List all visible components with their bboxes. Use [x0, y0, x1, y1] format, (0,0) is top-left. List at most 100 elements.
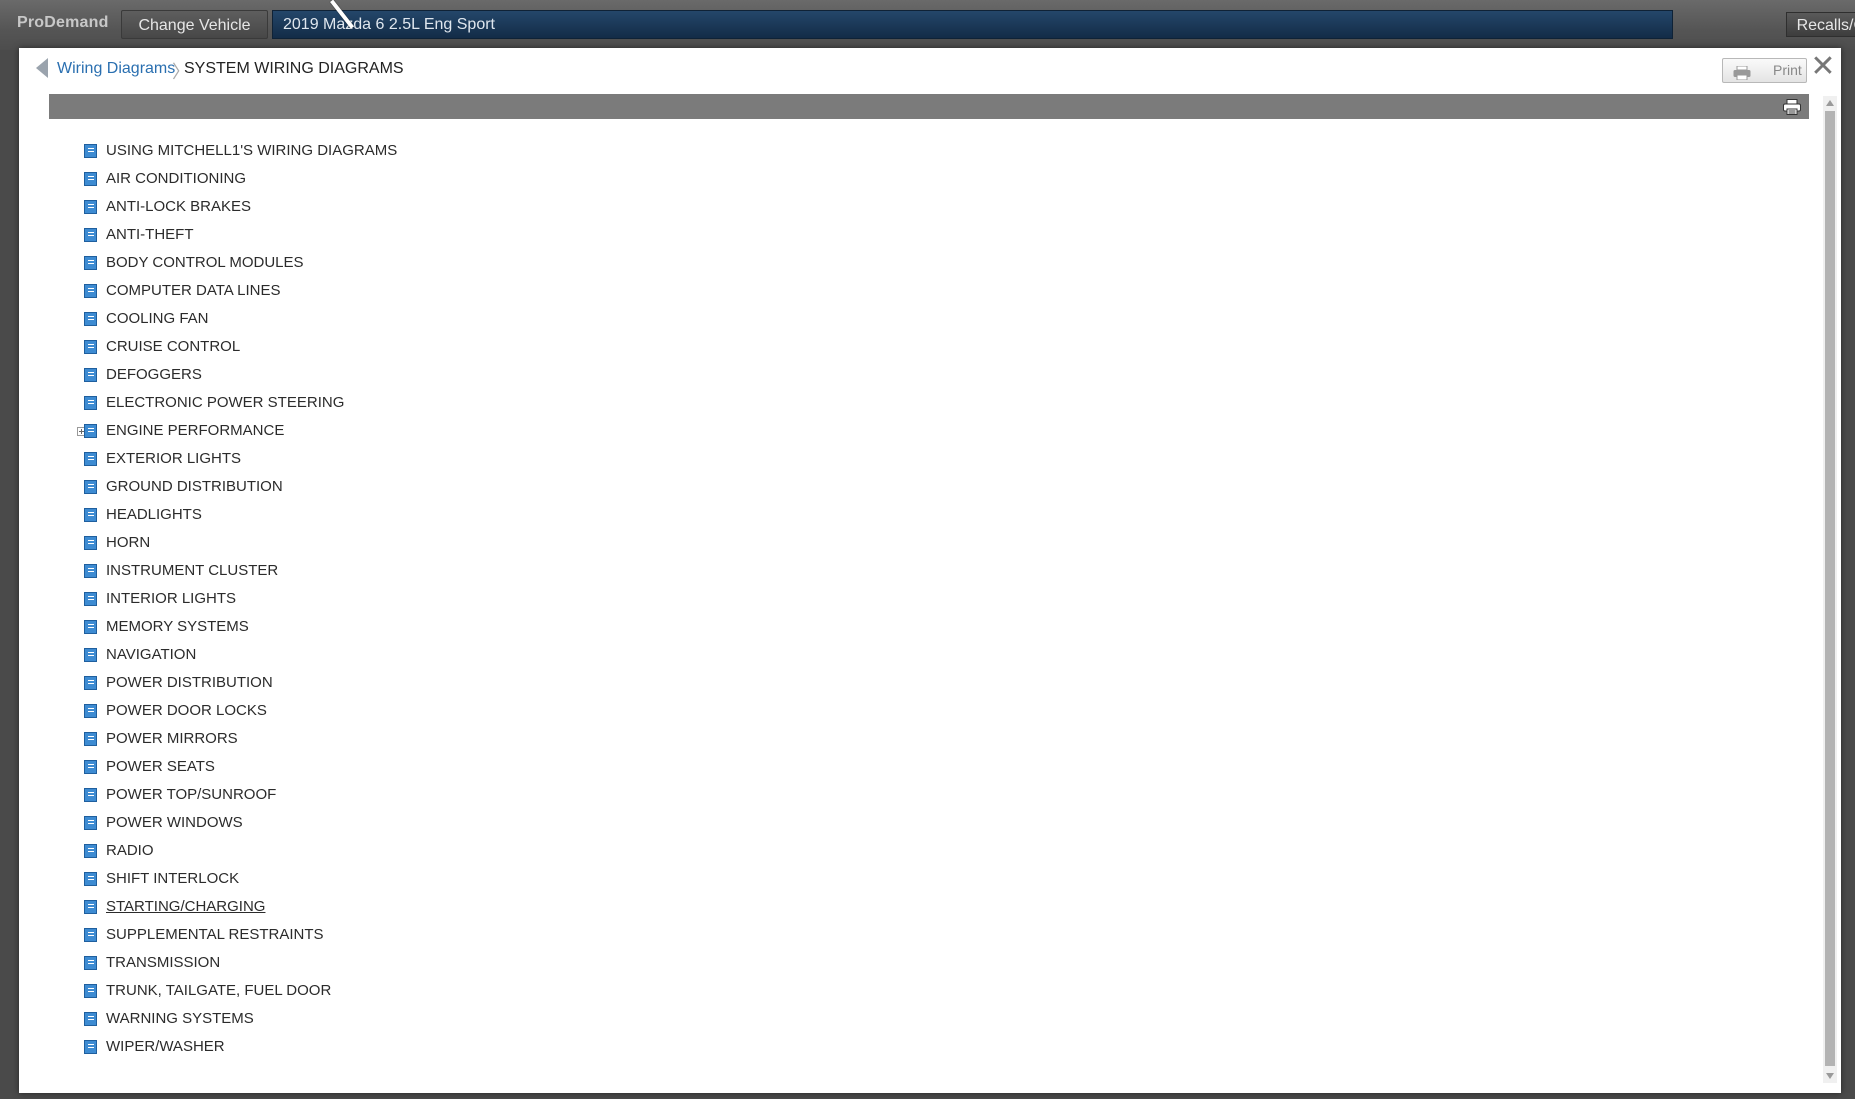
- list-item-label[interactable]: SHIFT INTERLOCK: [106, 870, 239, 887]
- book-icon: [84, 648, 97, 662]
- list-item[interactable]: INSTRUMENT CLUSTER: [49, 560, 649, 588]
- list-item-label[interactable]: DEFOGGERS: [106, 366, 202, 383]
- list-item[interactable]: POWER SEATS: [49, 756, 649, 784]
- list-item-label[interactable]: WIPER/WASHER: [106, 1038, 225, 1055]
- book-icon: [84, 844, 97, 858]
- list-item-label[interactable]: CRUISE CONTROL: [106, 338, 240, 355]
- list-item-label[interactable]: SUPPLEMENTAL RESTRAINTS: [106, 926, 324, 943]
- list-item-label[interactable]: INSTRUMENT CLUSTER: [106, 562, 278, 579]
- list-item-label[interactable]: TRANSMISSION: [106, 954, 220, 971]
- book-icon: [84, 676, 97, 690]
- list-item[interactable]: ELECTRONIC POWER STEERING: [49, 392, 649, 420]
- list-item-label[interactable]: STARTING/CHARGING: [106, 898, 265, 915]
- book-icon: [84, 1040, 97, 1054]
- book-icon: [84, 340, 97, 354]
- list-item-label[interactable]: POWER TOP/SUNROOF: [106, 786, 276, 803]
- list-item[interactable]: POWER TOP/SUNROOF: [49, 784, 649, 812]
- list-item-label[interactable]: POWER DISTRIBUTION: [106, 674, 273, 691]
- diagram-toolbar: [49, 94, 1809, 119]
- book-icon: [84, 984, 97, 998]
- print-button[interactable]: Print: [1722, 58, 1807, 83]
- book-icon: [84, 200, 97, 214]
- list-item-label[interactable]: WARNING SYSTEMS: [106, 1010, 254, 1027]
- list-item[interactable]: USING MITCHELL1'S WIRING DIAGRAMS: [49, 140, 649, 168]
- breadcrumb-current: SYSTEM WIRING DIAGRAMS: [184, 60, 404, 77]
- change-vehicle-button[interactable]: Change Vehicle: [121, 10, 268, 39]
- list-item[interactable]: NAVIGATION: [49, 644, 649, 672]
- list-item-label[interactable]: GROUND DISTRIBUTION: [106, 478, 283, 495]
- book-icon: [84, 424, 97, 438]
- book-icon: [84, 172, 97, 186]
- list-item[interactable]: POWER DOOR LOCKS: [49, 700, 649, 728]
- list-item[interactable]: COMPUTER DATA LINES: [49, 280, 649, 308]
- list-item-label[interactable]: POWER MIRRORS: [106, 730, 238, 747]
- list-item[interactable]: WIPER/WASHER: [49, 1036, 649, 1064]
- wiring-diagrams-modal: Wiring Diagrams 〉 SYSTEM WIRING DIAGRAMS…: [19, 48, 1841, 1093]
- list-item-label[interactable]: TRUNK, TAILGATE, FUEL DOOR: [106, 982, 331, 999]
- brand-logo[interactable]: ProDemand: [17, 14, 109, 32]
- list-item-label[interactable]: NAVIGATION: [106, 646, 196, 663]
- list-item[interactable]: HORN: [49, 532, 649, 560]
- list-item-label[interactable]: BODY CONTROL MODULES: [106, 254, 304, 271]
- list-item-label[interactable]: MEMORY SYSTEMS: [106, 618, 249, 635]
- close-icon[interactable]: ✕: [1810, 52, 1836, 82]
- list-item[interactable]: COOLING FAN: [49, 308, 649, 336]
- list-item[interactable]: ENGINE PERFORMANCE: [49, 420, 649, 448]
- list-item[interactable]: GROUND DISTRIBUTION: [49, 476, 649, 504]
- vehicle-name: 2019 Mazda 6 2.5L Eng Sport: [283, 16, 495, 33]
- list-item[interactable]: MEMORY SYSTEMS: [49, 616, 649, 644]
- scrollbar-thumb[interactable]: [1825, 111, 1835, 1066]
- list-item[interactable]: TRANSMISSION: [49, 952, 649, 980]
- book-icon: [84, 760, 97, 774]
- list-item-label[interactable]: USING MITCHELL1'S WIRING DIAGRAMS: [106, 142, 397, 159]
- list-item[interactable]: POWER WINDOWS: [49, 812, 649, 840]
- list-item[interactable]: TRUNK, TAILGATE, FUEL DOOR: [49, 980, 649, 1008]
- book-icon: [84, 704, 97, 718]
- list-item[interactable]: STARTING/CHARGING: [49, 896, 649, 924]
- list-item[interactable]: SUPPLEMENTAL RESTRAINTS: [49, 924, 649, 952]
- app-top-bar: ProDemand Change Vehicle 2019 Mazda 6 2.…: [0, 0, 1855, 50]
- breadcrumb-wiring-diagrams-link[interactable]: Wiring Diagrams: [57, 60, 175, 78]
- back-arrow-icon[interactable]: [36, 58, 48, 78]
- scroll-down-icon[interactable]: [1826, 1073, 1834, 1079]
- list-item-label[interactable]: AIR CONDITIONING: [106, 170, 246, 187]
- list-item-label[interactable]: HEADLIGHTS: [106, 506, 202, 523]
- list-item[interactable]: POWER MIRRORS: [49, 728, 649, 756]
- list-item[interactable]: POWER DISTRIBUTION: [49, 672, 649, 700]
- list-item-label[interactable]: EXTERIOR LIGHTS: [106, 450, 241, 467]
- list-item[interactable]: ANTI-THEFT: [49, 224, 649, 252]
- list-item-label[interactable]: RADIO: [106, 842, 154, 859]
- list-item-label[interactable]: ELECTRONIC POWER STEERING: [106, 394, 344, 411]
- list-item[interactable]: WARNING SYSTEMS: [49, 1008, 649, 1036]
- list-item[interactable]: SHIFT INTERLOCK: [49, 868, 649, 896]
- list-item[interactable]: DEFOGGERS: [49, 364, 649, 392]
- list-item[interactable]: EXTERIOR LIGHTS: [49, 448, 649, 476]
- list-item[interactable]: AIR CONDITIONING: [49, 168, 649, 196]
- vertical-scrollbar[interactable]: [1823, 96, 1837, 1083]
- printer-icon[interactable]: [1783, 99, 1801, 120]
- list-item-label[interactable]: ENGINE PERFORMANCE: [106, 422, 284, 439]
- list-item[interactable]: CRUISE CONTROL: [49, 336, 649, 364]
- book-icon: [84, 368, 97, 382]
- list-item-label[interactable]: COMPUTER DATA LINES: [106, 282, 280, 299]
- vehicle-bar: 2019 Mazda 6 2.5L Eng Sport Recalls/Camp…: [272, 10, 1855, 39]
- list-item-label[interactable]: INTERIOR LIGHTS: [106, 590, 236, 607]
- recalls-campaigns-button[interactable]: Recalls/Campaigns: [1786, 12, 1855, 37]
- list-item[interactable]: ANTI-LOCK BRAKES: [49, 196, 649, 224]
- list-item-label[interactable]: POWER SEATS: [106, 758, 215, 775]
- list-item-label[interactable]: ANTI-LOCK BRAKES: [106, 198, 251, 215]
- list-item[interactable]: RADIO: [49, 840, 649, 868]
- list-item-label[interactable]: POWER DOOR LOCKS: [106, 702, 267, 719]
- list-item-label[interactable]: HORN: [106, 534, 150, 551]
- list-item[interactable]: HEADLIGHTS: [49, 504, 649, 532]
- list-item[interactable]: INTERIOR LIGHTS: [49, 588, 649, 616]
- book-icon: [84, 228, 97, 242]
- list-item-label[interactable]: COOLING FAN: [106, 310, 209, 327]
- book-icon: [84, 592, 97, 606]
- list-item-label[interactable]: ANTI-THEFT: [106, 226, 194, 243]
- scroll-up-icon[interactable]: [1826, 100, 1834, 106]
- list-item[interactable]: BODY CONTROL MODULES: [49, 252, 649, 280]
- list-item-label[interactable]: POWER WINDOWS: [106, 814, 243, 831]
- book-icon: [84, 788, 97, 802]
- breadcrumb: Wiring Diagrams 〉 SYSTEM WIRING DIAGRAMS: [19, 48, 1841, 94]
